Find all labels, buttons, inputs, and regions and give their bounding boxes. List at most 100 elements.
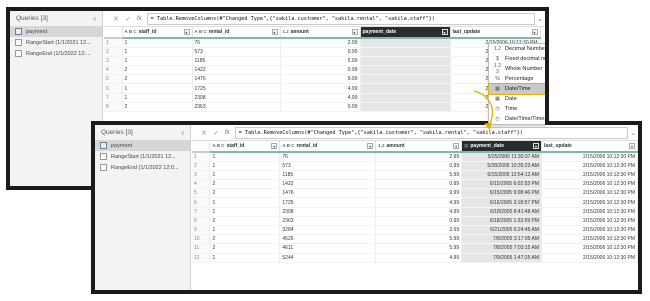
fx-icon[interactable]: fx (225, 130, 230, 136)
cell-staff-id: 2 (209, 234, 281, 245)
cell-rental-id: 573 (192, 47, 281, 57)
column-name: staff_id (138, 29, 157, 35)
queries-header: Queries [3] ‹ (95, 125, 190, 140)
cell-staff-id: 1 (122, 83, 193, 94)
filter-dropdown-icon[interactable]: ▾ (533, 143, 540, 149)
column-header-last_update[interactable]: last_update ▾ (450, 27, 541, 39)
filter-dropdown-icon[interactable]: ▾ (183, 29, 190, 35)
filter-dropdown-icon[interactable]: ▾ (441, 29, 448, 35)
cell-amount: 0.99 (375, 216, 463, 227)
table-row: 6 1 1725 4.99 6/16/2005 3:18:57 PM 2/15/2006 … (192, 197, 638, 208)
expand-formula-icon[interactable]: ⌄ (535, 15, 545, 23)
formula-input[interactable]: = Table.RemoveColumns(#"Changed Type",{"… (146, 12, 535, 25)
cell-rental-id: 76 (192, 38, 281, 48)
type-icon[interactable]: 1.2 (283, 29, 289, 34)
table-icon (15, 28, 22, 35)
collapse-chevron-icon[interactable]: ‹ (93, 14, 96, 23)
cell-staff-id: 1 (122, 47, 193, 57)
menu-item[interactable]: % Percentage (489, 74, 545, 84)
cancel-icon[interactable]: ✕ (110, 15, 122, 23)
cell-payment-date: 5/28/2005 10:35:23 AM (461, 161, 543, 171)
filter-dropdown-icon[interactable]: ▾ (351, 29, 358, 35)
column-header-staff_id[interactable]: A B Cstaff_id ▾ (122, 27, 193, 39)
table-row: 11 2 4611 5.99 7/8/2005 7:03:15 AM 2/15/2006 … (192, 243, 638, 254)
query-label: RangeEnd (1/1/2022 12:0... (111, 164, 179, 171)
table-row: 8223630.992/15/2006 10:12:30 PM (104, 102, 541, 113)
parameter-icon (100, 164, 107, 171)
cell-amount: 0.99 (280, 102, 361, 113)
query-item[interactable]: payment (95, 140, 190, 151)
cell-payment-date (360, 102, 451, 113)
confirm-icon[interactable]: ✓ (210, 129, 222, 137)
column-header-last_update[interactable]: last_update ▾ (541, 141, 638, 153)
column-header-amount[interactable]: 1.2 amount ▾ (375, 141, 463, 153)
row-number: 9 (192, 225, 211, 236)
table-row: 7123084.992/15/2006 10:12:30 PM (104, 93, 541, 103)
column-name: rental_id (296, 143, 318, 149)
cell-rental-id: 5244 (279, 253, 377, 263)
cell-payment-date (360, 56, 451, 67)
expand-formula-icon[interactable]: ⌄ (628, 129, 638, 137)
filter-dropdown-icon[interactable]: ▾ (271, 29, 278, 35)
type-icon[interactable]: 1.2 (378, 143, 384, 148)
cell-staff-id: 1 (209, 152, 281, 162)
query-item[interactable]: RangeEnd (1/1/2022 12:... (10, 48, 102, 59)
column-header-amount[interactable]: 1.2 amount ▾ (280, 27, 361, 39)
column-header-payment_date[interactable]: ▦ payment_date ▾ (461, 141, 543, 153)
type-icon[interactable]: A B C (125, 29, 137, 34)
query-label: RangeStart (1/1/2021 12... (26, 39, 91, 46)
query-label: payment (26, 28, 48, 35)
type-option-icon: % (495, 76, 500, 82)
cell-rental-id: 2308 (279, 207, 377, 217)
type-option-icon: 1 2 3 (494, 63, 501, 75)
type-icon[interactable]: A B C (282, 143, 294, 148)
type-icon[interactable]: A B C (195, 29, 207, 34)
confirm-icon[interactable]: ✓ (122, 15, 134, 23)
column-header-payment_date[interactable]: payment_date ▾ (360, 27, 451, 39)
query-item[interactable]: payment (10, 26, 102, 37)
table-row: 8 2 2363 0.99 6/18/2005 1:33:59 PM 2/15/2006 … (192, 216, 638, 227)
cell-last-update: 2/15/2006 10:12:30 PM (541, 179, 638, 190)
cell-last-update: 2/15/2006 10:12:30 PM (541, 234, 638, 245)
cell-payment-date: 7/8/2005 3:17:05 AM (461, 234, 543, 245)
collapse-chevron-icon[interactable]: ‹ (181, 128, 184, 137)
column-header-rental_id[interactable]: A B Crental_id ▾ (192, 27, 281, 39)
fx-icon[interactable]: fx (137, 16, 142, 22)
cell-rental-id: 2308 (192, 93, 281, 103)
menu-item[interactable]: ◴ Date/Time/Timezone (489, 114, 545, 124)
menu-item[interactable]: ▦ Date/Time (488, 83, 545, 95)
cell-amount: 5.99 (375, 234, 463, 245)
menu-item-label: Date (505, 96, 517, 102)
row-number: 4 (192, 179, 211, 190)
filter-dropdown-icon[interactable]: ▾ (629, 143, 635, 149)
cell-rental-id: 2363 (279, 216, 377, 227)
menu-item[interactable]: ▦ Date (489, 94, 545, 104)
cell-staff-id: 1 (209, 207, 281, 217)
query-item[interactable]: RangeStart (1/1/2021 12... (95, 151, 190, 162)
table-row: 4214220.992/15/2006 10:12:30 PM (104, 65, 541, 76)
column-header-rental_id[interactable]: A B Crental_id ▾ (279, 141, 377, 153)
filter-dropdown-icon[interactable]: ▾ (531, 29, 538, 35)
filter-dropdown-icon[interactable]: ▾ (271, 143, 278, 149)
queries-pane: Queries [3] ‹ payment RangeStart (1/1/202… (10, 11, 103, 186)
menu-item[interactable]: 1.2 Decimal Number (489, 44, 545, 54)
formula-bar: ✕ ✓ fx = Table.RemoveColumns(#"Changed T… (192, 125, 638, 141)
filter-dropdown-icon[interactable]: ▾ (453, 143, 460, 149)
row-number: 11 (192, 243, 211, 254)
query-item[interactable]: RangeEnd (1/1/2022 12:0... (95, 162, 190, 173)
menu-item[interactable]: 1 2 3 Whole Number (489, 63, 545, 75)
type-icon[interactable]: ▦ (464, 143, 468, 148)
column-header-staff_id[interactable]: A B Cstaff_id ▾ (209, 141, 281, 153)
cell-rental-id: 1185 (192, 56, 281, 67)
cell-staff-id: 2 (209, 243, 281, 254)
query-item[interactable]: RangeStart (1/1/2021 12... (10, 37, 102, 48)
formula-input[interactable]: = Table.RemoveColumns(#"Changed Type",{"… (234, 126, 628, 139)
type-icon[interactable]: A B C (212, 143, 224, 148)
filter-dropdown-icon[interactable]: ▾ (367, 143, 374, 149)
type-option-icon: ◴ (495, 116, 500, 122)
cancel-icon[interactable]: ✕ (198, 129, 210, 137)
table-row: 7 1 2308 4.99 6/18/2005 8:41:48 AM 2/15/2006 … (192, 207, 638, 217)
parameter-icon (15, 39, 22, 46)
cell-rental-id: 1422 (192, 65, 281, 76)
menu-item[interactable]: ◷ Time (489, 104, 545, 114)
